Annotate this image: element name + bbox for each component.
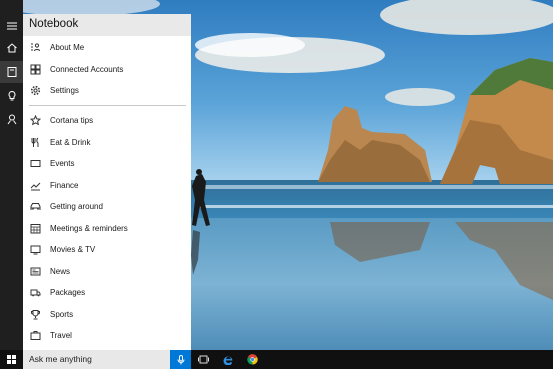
microphone-icon[interactable] (170, 350, 191, 369)
feedback-icon[interactable] (0, 108, 23, 130)
chart-icon (29, 179, 41, 191)
notebook-item-label: About Me (50, 42, 85, 52)
truck-icon (29, 286, 41, 298)
search-input[interactable]: Ask me anything (23, 350, 170, 369)
notebook-header: Notebook (23, 14, 191, 36)
notebook-title: Notebook (29, 18, 79, 30)
windows-start-icon[interactable] (0, 350, 23, 369)
notebook-icon[interactable] (0, 61, 23, 83)
cortana-rail (0, 0, 23, 350)
chrome-icon[interactable] (240, 350, 264, 369)
tv-icon (29, 243, 41, 255)
connected-accounts-icon (29, 63, 41, 75)
taskbar: Ask me anything (0, 350, 553, 369)
notebook-item-label: Sports (50, 309, 74, 319)
notebook-item-label: Meetings & reminders (50, 223, 128, 233)
notebook-item-meetings-reminders[interactable]: Meetings & reminders (23, 218, 191, 238)
lightbulb-icon[interactable] (0, 85, 23, 107)
notebook-item-finance[interactable]: Finance (23, 175, 191, 195)
newspaper-icon (29, 265, 41, 277)
notebook-item-settings[interactable]: Settings (23, 80, 191, 100)
suitcase-icon (29, 329, 41, 341)
notebook-item-label: Packages (50, 287, 86, 297)
fork-knife-icon (29, 136, 41, 148)
notebook-item-label: Getting around (50, 201, 103, 211)
notebook-item-label: Events (50, 158, 75, 168)
notebook-item-label: Movies & TV (50, 244, 96, 254)
notebook-item-sports[interactable]: Sports (23, 304, 191, 324)
notebook-panel: Notebook About Me Connected Accounts Set… (23, 14, 191, 350)
notebook-item-eat-drink[interactable]: Eat & Drink (23, 132, 191, 152)
about-me-icon (29, 41, 41, 53)
notebook-item-cortana-tips[interactable]: Cortana tips (23, 110, 191, 130)
star-icon (29, 114, 41, 126)
edge-icon[interactable] (216, 350, 240, 369)
notebook-divider (29, 105, 186, 106)
notebook-item-about-me[interactable]: About Me (23, 37, 191, 57)
notebook-item-getting-around[interactable]: Getting around (23, 196, 191, 216)
task-view-icon[interactable] (191, 350, 215, 369)
notebook-item-label: Settings (50, 85, 79, 95)
notebook-item-label: Travel (50, 330, 72, 340)
notebook-item-news[interactable]: News (23, 261, 191, 281)
notebook-item-movies-tv[interactable]: Movies & TV (23, 239, 191, 259)
gear-icon (29, 84, 41, 96)
notebook-item-label: Connected Accounts (50, 64, 124, 74)
notebook-item-label: Finance (50, 180, 79, 190)
notebook-item-events[interactable]: Events (23, 153, 191, 173)
ticket-icon (29, 157, 41, 169)
notebook-item-packages[interactable]: Packages (23, 282, 191, 302)
home-icon[interactable] (0, 37, 23, 59)
search-placeholder: Ask me anything (29, 354, 92, 364)
notebook-item-connected-accounts[interactable]: Connected Accounts (23, 59, 191, 79)
notebook-item-travel[interactable]: Travel (23, 325, 191, 345)
calendar-icon (29, 222, 41, 234)
car-icon (29, 200, 41, 212)
hamburger-menu-icon[interactable] (0, 15, 23, 37)
notebook-item-label: News (50, 266, 71, 276)
notebook-item-label: Cortana tips (50, 115, 94, 125)
notebook-item-label: Eat & Drink (50, 137, 91, 147)
trophy-icon (29, 308, 41, 320)
